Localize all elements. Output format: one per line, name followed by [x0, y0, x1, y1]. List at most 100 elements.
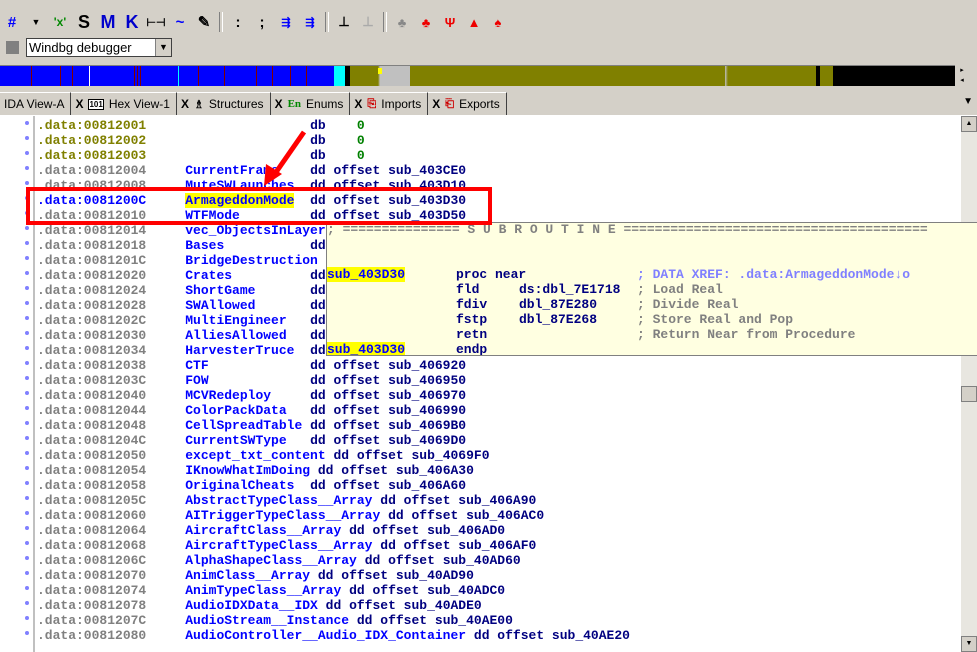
listing-line[interactable]: .data:00812001 db 0 — [37, 118, 365, 133]
listing-line[interactable]: .data:00812004 CurrentFrame dd offset su… — [37, 163, 466, 178]
line-name[interactable]: FOW — [185, 373, 208, 388]
disassembly-view[interactable]: .data:00812001 db 0 .data:00812002 db 0 .d… — [0, 116, 961, 652]
scroll-up-button[interactable]: ▲ — [961, 116, 977, 132]
struct-offset-icon[interactable]: ⊢⊣ — [144, 16, 168, 29]
debugger-select[interactable]: Windbg debugger ▼ — [26, 38, 172, 57]
listing-line[interactable]: .data:00812058 OriginalCheats dd offset … — [37, 478, 466, 493]
listing-line[interactable]: .data:00812068 AircraftTypeClass__Array … — [37, 538, 536, 553]
listing-line[interactable]: .data:00812080 AudioController__Audio_ID… — [37, 628, 630, 643]
listing-line[interactable]: .data:00812003 db 0 — [37, 148, 365, 163]
k-icon[interactable]: K — [120, 12, 144, 33]
line-name[interactable]: ColorPackData — [185, 403, 286, 418]
listing-line[interactable]: .data:00812008 MuteSWLaunches dd offset … — [37, 178, 466, 193]
xref-from-icon[interactable]: ⇶ — [298, 16, 322, 29]
listing-line[interactable]: .data:00812048 CellSpreadTable dd offset… — [37, 418, 466, 433]
navigation-band-zoom-buttons[interactable]: ▸ ◂ — [957, 66, 967, 86]
listing-line[interactable]: .data:00812064 AircraftClass__Array dd o… — [37, 523, 505, 538]
line-name[interactable]: AnimTypeClass__Array — [185, 583, 341, 598]
line-name[interactable]: BridgeDestruction — [185, 253, 318, 268]
scroll-down-button[interactable]: ▼ — [961, 636, 977, 652]
line-marker-icon — [25, 481, 29, 485]
listing-line[interactable]: .data:00812010 WTFMode dd offset sub_403… — [37, 208, 466, 223]
line-name[interactable]: Bases — [185, 238, 224, 253]
segment-icon[interactable]: S — [72, 12, 96, 33]
tab-structures[interactable]: X ♗ Structures — [176, 92, 271, 115]
line-name[interactable]: AircraftTypeClass__Array — [185, 538, 372, 553]
listing-line[interactable]: .data:00812040 MCVRedeploy dd offset sub… — [37, 388, 466, 403]
line-name[interactable]: AlphaShapeClass__Array — [185, 553, 357, 568]
line-name[interactable]: SWAllowed — [185, 298, 255, 313]
line-name[interactable]: OriginalCheats — [185, 478, 294, 493]
listing-line[interactable]: .data:0081207C AudioStream__Instance dd … — [37, 613, 513, 628]
listing-line[interactable]: .data:00812050 except_txt_content dd off… — [37, 448, 490, 463]
chevron-down-icon[interactable]: ▼ — [155, 39, 171, 56]
close-icon[interactable]: X — [275, 97, 283, 111]
hash-icon[interactable]: # — [0, 14, 24, 31]
line-name[interactable]: AITriggerTypeClass__Array — [185, 508, 380, 523]
tab-menu-chevron-icon[interactable]: ▼ — [963, 96, 973, 107]
tab-hex-view-1[interactable]: X 101 Hex View-1 — [71, 92, 177, 115]
line-name[interactable]: AudioController__Audio_IDX_Container — [185, 628, 466, 643]
line-name[interactable]: MultiEngineer — [185, 313, 286, 328]
call-graph-icon[interactable]: ♣ — [414, 15, 438, 30]
xref-graph-from-icon[interactable]: ▲ — [462, 15, 486, 30]
line-name[interactable]: CTF — [185, 358, 208, 373]
listing-line[interactable]: .data:00812070 AnimClass__Array dd offse… — [37, 568, 474, 583]
graph-disabled-icon[interactable]: ⊥ — [356, 14, 380, 30]
line-name[interactable]: HarvesterTruce — [185, 343, 294, 358]
semicolon-icon[interactable]: ; — [250, 14, 274, 31]
listing-line[interactable]: .data:00812038 CTF dd offset sub_406920 — [37, 358, 466, 373]
scroll-thumb[interactable] — [961, 386, 977, 402]
close-icon[interactable]: X — [432, 97, 440, 111]
tilde-icon[interactable]: ~ — [168, 14, 192, 31]
line-name[interactable]: AircraftClass__Array — [185, 523, 341, 538]
dropdown-icon[interactable]: ▼ — [24, 17, 48, 27]
line-address: .data:0081207C — [37, 613, 147, 628]
navigation-band[interactable] — [0, 65, 955, 86]
line-name[interactable]: AnimClass__Array — [185, 568, 310, 583]
vertical-scrollbar[interactable]: ▲ ▼ — [961, 116, 977, 652]
close-icon[interactable]: X — [75, 97, 83, 111]
line-name[interactable]: ShortGame — [185, 283, 255, 298]
xref-graph-to-icon[interactable]: Ψ — [438, 15, 462, 30]
listing-line[interactable]: .data:0081204C CurrentSWType dd offset s… — [37, 433, 466, 448]
listing-line[interactable]: .data:0081200C ArmageddonMode dd offset … — [37, 193, 466, 208]
tab-enums[interactable]: X En Enums — [270, 92, 351, 115]
listing-line[interactable]: .data:0081206C AlphaShapeClass__Array dd… — [37, 553, 521, 568]
listing-line[interactable]: .data:00812074 AnimTypeClass__Array dd o… — [37, 583, 505, 598]
line-name[interactable]: Crates — [185, 268, 232, 283]
tab-exports[interactable]: X ⎗ Exports — [428, 92, 507, 115]
string-icon[interactable]: 'x' — [48, 15, 72, 29]
line-name[interactable]: CellSpreadTable — [185, 418, 302, 433]
line-name[interactable]: AudioStream__Instance — [185, 613, 349, 628]
xref-to-icon[interactable]: ⇶ — [274, 16, 298, 29]
line-name[interactable]: MCVRedeploy — [185, 388, 271, 403]
line-name[interactable]: IKnowWhatImDoing — [185, 463, 310, 478]
tab-label: Imports — [381, 97, 422, 111]
listing-line[interactable]: .data:00812002 db 0 — [37, 133, 365, 148]
line-name[interactable]: WTFMode — [185, 208, 240, 223]
listing-line[interactable]: .data:00812044 ColorPackData dd offset s… — [37, 403, 466, 418]
line-name[interactable]: CurrentSWType — [185, 433, 286, 448]
tab-ida-view-a[interactable]: IDA View-A — [0, 92, 72, 115]
close-icon[interactable]: X — [181, 97, 189, 111]
graph-icon[interactable]: ⊥ — [332, 14, 356, 30]
m-icon[interactable]: M — [96, 12, 120, 33]
pencil-icon[interactable]: ✎ — [192, 13, 216, 31]
colon-icon[interactable]: : — [226, 14, 250, 31]
tab-imports[interactable]: X ⎘ Imports — [350, 92, 429, 115]
close-icon[interactable]: X — [354, 97, 362, 111]
listing-line[interactable]: .data:00812078 AudioIDXData__IDX dd offs… — [37, 598, 482, 613]
line-name[interactable]: AbstractTypeClass__Array — [185, 493, 372, 508]
line-name[interactable]: AudioIDXData__IDX — [185, 598, 318, 613]
line-name[interactable]: ArmageddonMode — [185, 193, 295, 208]
user-graph-icon[interactable]: ♠ — [486, 15, 510, 30]
listing-line[interactable]: .data:00812054 IKnowWhatImDoing dd offse… — [37, 463, 474, 478]
line-name[interactable]: vec_ObjectsInLayers — [185, 223, 333, 238]
listing-line[interactable]: .data:00812060 AITriggerTypeClass__Array… — [37, 508, 544, 523]
line-name[interactable]: except_txt_content — [185, 448, 325, 463]
flow-chart-icon[interactable]: ♣ — [390, 15, 414, 30]
line-name[interactable]: AlliesAllowed — [185, 328, 286, 343]
listing-line[interactable]: .data:0081203C FOW dd offset sub_406950 — [37, 373, 466, 388]
listing-line[interactable]: .data:0081205C AbstractTypeClass__Array … — [37, 493, 536, 508]
